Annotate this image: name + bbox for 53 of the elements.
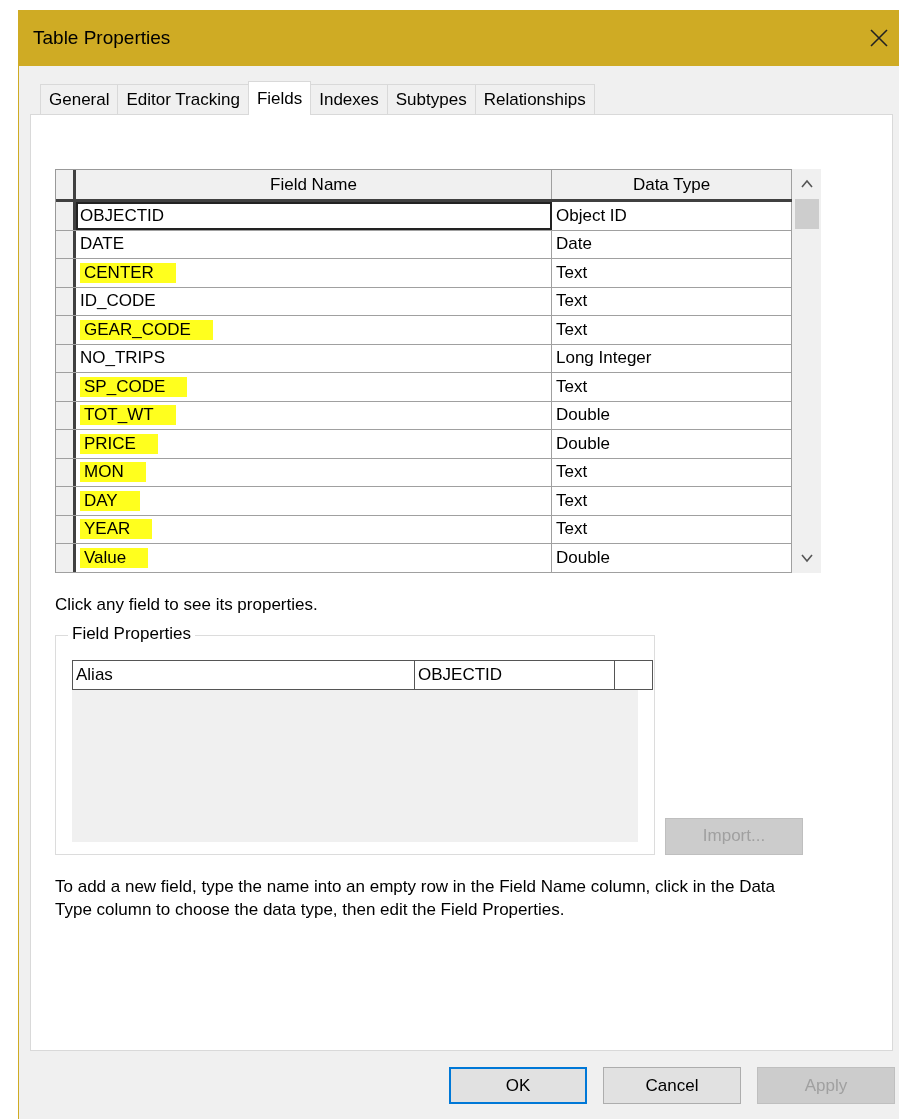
scroll-thumb[interactable]: [794, 199, 819, 229]
table-cell[interactable]: SP_CODE: [76, 373, 552, 401]
highlighted-text: CENTER: [80, 262, 176, 283]
table-cell[interactable]: CENTER: [76, 259, 552, 287]
window-title: Table Properties: [33, 27, 171, 49]
highlighted-text: Value: [80, 547, 149, 568]
hint-text: Click any field to see its properties.: [55, 594, 319, 615]
row-header[interactable]: [56, 202, 76, 230]
dialog-button[interactable]: OK: [449, 1067, 587, 1104]
table-cell[interactable]: NO_TRIPS: [76, 344, 552, 372]
table-cell[interactable]: DATE: [76, 230, 552, 258]
table-cell[interactable]: GEAR_CODE: [76, 316, 552, 344]
property-value[interactable]: OBJECTID: [415, 660, 615, 689]
cell-text: NO_TRIPS: [80, 348, 166, 369]
row-header[interactable]: [56, 544, 76, 572]
highlighted-text: MON: [80, 462, 146, 483]
row-header[interactable]: [56, 230, 76, 258]
row-header[interactable]: [56, 401, 76, 429]
tab[interactable]: Relationships: [474, 84, 595, 114]
highlighted-text: GEAR_CODE: [80, 319, 213, 340]
row-header[interactable]: [56, 458, 76, 486]
table-cell[interactable]: Value: [76, 544, 552, 572]
close-icon[interactable]: [869, 28, 889, 48]
column-header[interactable]: Field Name: [76, 170, 552, 199]
row-header[interactable]: [56, 515, 76, 543]
cell-text: ID_CODE: [80, 291, 156, 312]
table-cell[interactable]: ID_CODE: [76, 287, 552, 315]
table-cell[interactable]: PRICE: [76, 430, 552, 458]
highlighted-text: SP_CODE: [80, 376, 188, 397]
highlighted-text: TOT_WT: [80, 405, 176, 426]
row-header[interactable]: [56, 259, 76, 287]
table-cell[interactable]: OBJECTID: [76, 202, 552, 230]
tab[interactable]: Fields: [247, 81, 312, 115]
instructions-text: To add a new field, type the name into an empty row in the Field Name column, click in the Data Type column to choose the data type, then edit the Field Properties.: [55, 875, 777, 921]
row-header[interactable]: [56, 373, 76, 401]
highlighted-text: PRICE: [80, 433, 158, 454]
row-header[interactable]: [56, 316, 76, 344]
table-cell[interactable]: YEAR: [76, 515, 552, 543]
row-header[interactable]: [56, 487, 76, 515]
cell-text: DATE: [80, 234, 125, 255]
cell-text: OBJECTID: [80, 205, 165, 226]
highlighted-text: YEAR: [80, 519, 153, 540]
tab[interactable]: General: [40, 84, 119, 114]
row-header[interactable]: [56, 287, 76, 315]
property-name: Alias: [73, 660, 415, 689]
table-cell[interactable]: TOT_WT: [76, 401, 552, 429]
row-header[interactable]: [56, 344, 76, 372]
dialog-button[interactable]: Cancel: [603, 1067, 741, 1104]
highlighted-text: DAY: [80, 490, 140, 511]
table-cell[interactable]: DAY: [76, 487, 552, 515]
table-cell[interactable]: MON: [76, 458, 552, 486]
row-header[interactable]: [56, 430, 76, 458]
column-header[interactable]: Data Type: [552, 170, 792, 199]
